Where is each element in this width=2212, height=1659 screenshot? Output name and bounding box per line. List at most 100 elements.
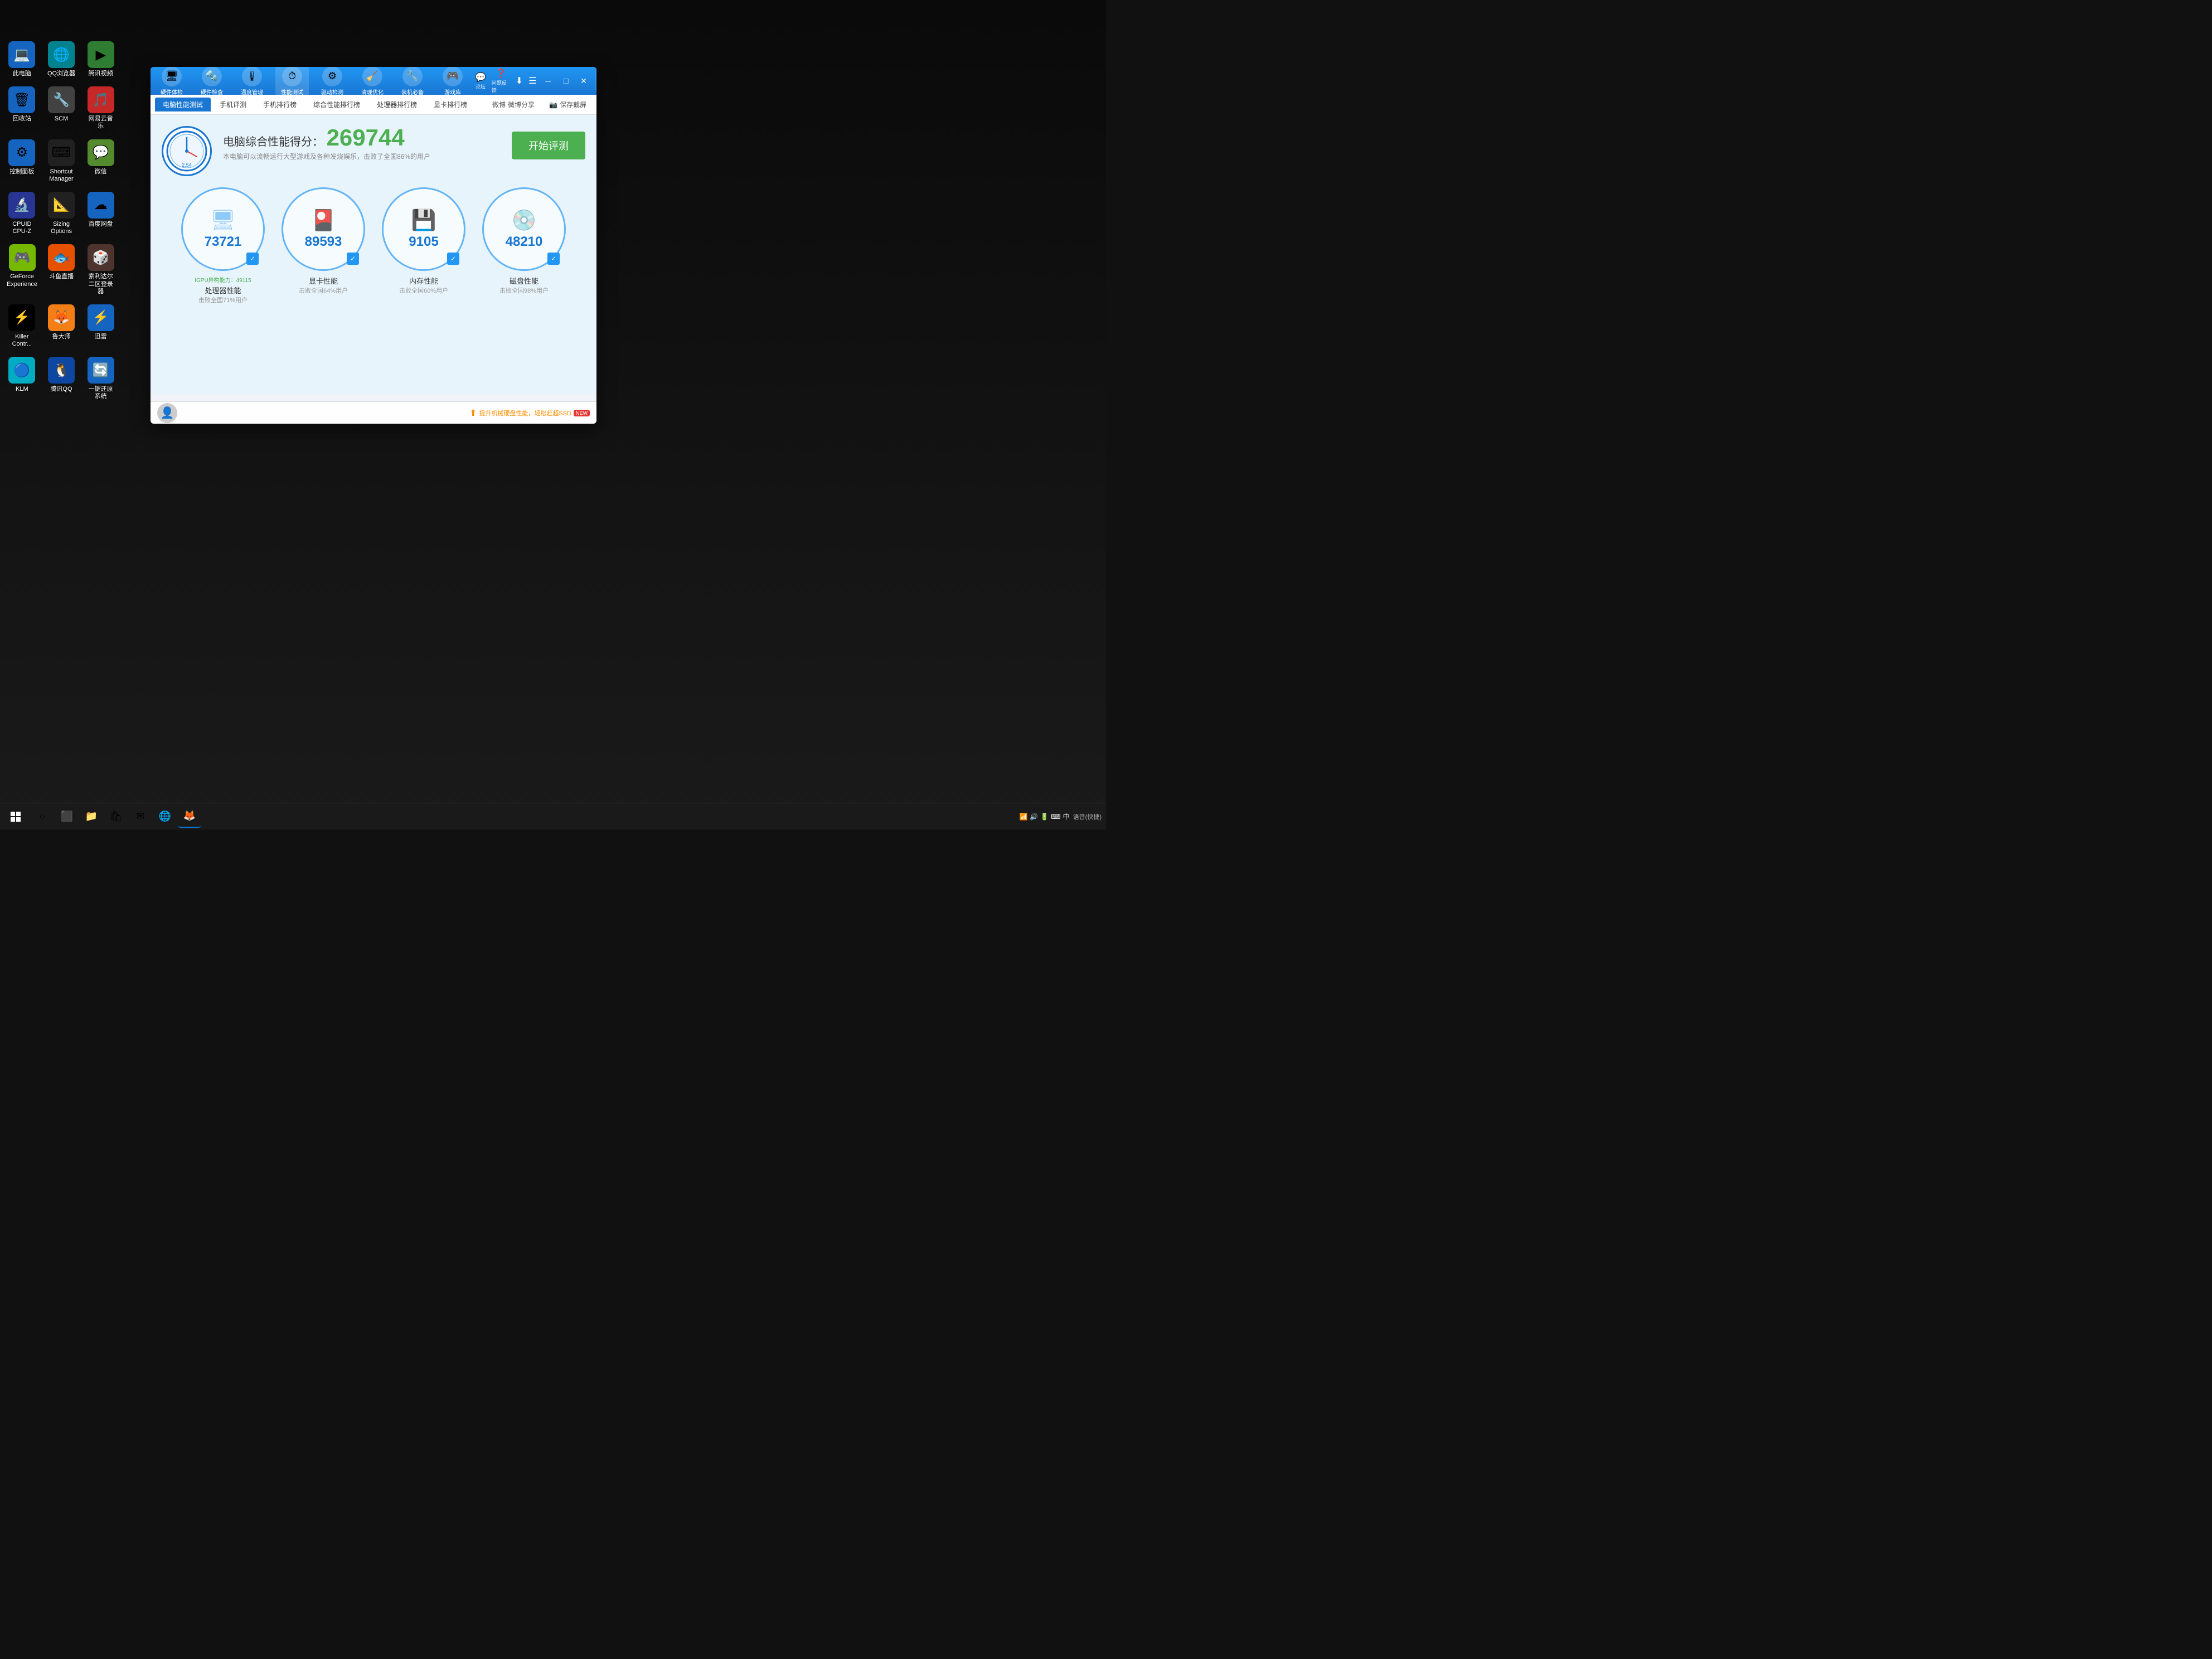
taskbar-ludashi-icon: 🦊 <box>183 810 196 822</box>
desktop-icon-klm[interactable]: 🔵 KLM <box>4 353 40 404</box>
desktop-icon-baidu[interactable]: ☁ 百度网盘 <box>83 188 118 239</box>
close-btn[interactable]: ✕ <box>578 74 590 88</box>
hardware-detect-icon: 🖥 <box>162 67 182 86</box>
upgrade-section[interactable]: ⬆ 提升机械硬盘性能，轻松赶超SSD NEW <box>469 408 590 419</box>
tb-hardware-detect[interactable]: 🖥 硬件体检 <box>155 67 188 96</box>
maximize-btn[interactable]: □ <box>560 74 572 88</box>
score-main: 电脑综合性能得分： 269744 本电脑可以流畅运行大型游戏及各种发烧娱乐，击败… <box>223 126 501 161</box>
minimize-btn[interactable]: ─ <box>542 74 554 88</box>
desktop-icon-restore[interactable]: 🔄 一键还原系统 <box>83 353 118 404</box>
desktop-icon-sizing[interactable]: 📐 Sizing Options <box>44 188 79 239</box>
tab-overall-rank[interactable]: 综合性能排行榜 <box>305 98 368 111</box>
desktop-icon-geforce[interactable]: 🎮 GeForce Experience <box>4 241 40 299</box>
taskbar-ludashi[interactable]: 🦊 <box>178 806 201 828</box>
feedback-btn[interactable]: ❓ 问题反馈 <box>492 68 510 94</box>
bottom-bar: 👤 ⬆ 提升机械硬盘性能，轻松赶超SSD NEW <box>151 401 596 424</box>
weibo-share-label: 微博分享 <box>508 100 535 109</box>
tb-clean[interactable]: 🧹 清理优化 <box>356 67 389 96</box>
tray-icons: 📶 🔊 🔋 ⌨ 中 <box>1019 812 1069 821</box>
taskbar-icons: ○ ⬛ 📁 🛍 ✉ 🌐 🦊 <box>31 806 201 828</box>
tray-ime-icon[interactable]: 中 <box>1063 812 1070 821</box>
taskbar: ○ ⬛ 📁 🛍 ✉ 🌐 🦊 📶 � <box>0 803 1106 830</box>
tab-phone-rank[interactable]: 手机排行榜 <box>255 98 304 111</box>
xunlei-icon: ⚡ <box>88 304 114 331</box>
desktop-icons-area: 💻 此电脑 🌐 QQ浏览器 ▶ 腾讯视频 🗑 回收站 🔧 SCM <box>0 33 123 409</box>
sizing-options-icon: 📐 <box>48 192 75 219</box>
tab-pc-test[interactable]: 电脑性能测试 <box>155 98 211 111</box>
download-btn[interactable]: ⬇ <box>516 75 523 86</box>
desktop-icon-control[interactable]: ⚙ 控制面板 <box>4 136 40 186</box>
gpu-rank: 击败全国64%用户 <box>299 286 348 295</box>
score-title-text: 电脑综合性能得分： 269744 <box>223 126 501 149</box>
tab-gpu-rank[interactable]: 显卡排行榜 <box>426 98 475 111</box>
desktop-icon-killer[interactable]: ⚡ Killer Contr... <box>4 301 40 351</box>
gpu-circle: 🎴 89593 ✓ <box>282 187 365 271</box>
gpu-perf-wrap: 🎴 89593 ✓ 显卡性能 击败全国64%用户 <box>279 187 368 304</box>
tab-cpu-rank[interactable]: 处理器排行榜 <box>369 98 425 111</box>
gpu-label: 显卡性能 <box>309 275 338 286</box>
qq-browser-label: QQ浏览器 <box>47 70 75 77</box>
desktop-icon-solida[interactable]: 🎲 索利达尔二区登录器 <box>84 241 118 299</box>
tb-assemble[interactable]: 🔧 装机必备 <box>396 67 429 96</box>
start-test-btn[interactable]: 开始评测 <box>512 132 585 159</box>
desktop-icon-recycle[interactable]: 🗑 回收站 <box>4 83 40 133</box>
restore-icon: 🔄 <box>88 357 114 384</box>
solida-icon: 🎲 <box>88 244 114 271</box>
taskbar-taskview[interactable]: ⬛ <box>56 806 78 828</box>
save-screenshot-btn[interactable]: 📷 保存截屏 <box>544 99 592 110</box>
tab-phone-eval[interactable]: 手机评测 <box>212 98 254 111</box>
disk-circle: 💿 48210 ✓ <box>482 187 566 271</box>
desktop-icon-tencent-video[interactable]: ▶ 腾讯视频 <box>83 38 118 81</box>
forum-btn[interactable]: 💬 论坛 <box>475 72 486 90</box>
taskbar-qq-browser-icon: 🌐 <box>159 811 171 822</box>
taskbar-mail[interactable]: ✉ <box>129 806 152 828</box>
desktop-icon-shortcut[interactable]: ⌨ Shortcut Manager <box>44 136 79 186</box>
desktop-icon-netease[interactable]: 🎵 网易云音乐 <box>83 83 118 133</box>
tencent-qq-icon: 🐧 <box>48 357 75 384</box>
tray-network-icon[interactable]: 📶 <box>1019 813 1027 821</box>
score-section: 2.54 电脑综合性能得分： 269744 本电脑可以流畅运行大型游戏及各种发烧… <box>162 126 585 176</box>
start-button[interactable] <box>4 806 27 828</box>
icon-row-7: 🔵 KLM 🐧 腾讯QQ 🔄 一键还原系统 <box>4 353 118 404</box>
taskbar-explorer[interactable]: 📁 <box>80 806 103 828</box>
desktop-icon-xunlei[interactable]: ⚡ 迅雷 <box>83 301 118 351</box>
tb-game[interactable]: 🎮 游戏库 <box>436 67 469 96</box>
igpu-badge: IGPU异构能力：49115 <box>195 275 251 284</box>
desktop-icon-qq-browser[interactable]: 🌐 QQ浏览器 <box>44 38 79 81</box>
tb-perf-test[interactable]: ⏱ 性能测试 <box>275 67 309 96</box>
desktop-icon-douyu[interactable]: 🐟 斗鱼直播 <box>44 241 79 299</box>
score-label: 电脑综合性能得分： <box>223 136 323 148</box>
taskbar-store[interactable]: 🛍 <box>105 806 127 828</box>
forum-label: 论坛 <box>476 83 486 90</box>
scm-label: SCM <box>55 115 68 123</box>
desktop-icon-this-pc[interactable]: 💻 此电脑 <box>4 38 40 81</box>
tb-hardware-check[interactable]: 🔩 硬件检查 <box>195 67 229 96</box>
tencent-video-icon: ▶ <box>88 41 114 68</box>
tray-battery-icon[interactable]: 🔋 <box>1040 813 1049 821</box>
taskbar-qq-browser[interactable]: 🌐 <box>154 806 176 828</box>
taskbar-search[interactable]: ○ <box>31 806 54 828</box>
settings-btn[interactable]: ☰ <box>528 75 536 86</box>
cpuid-label: CPUID CPU-Z <box>7 221 37 235</box>
weibo-share-btn[interactable]: 微博 微博分享 <box>487 99 540 110</box>
memory-label: 内存性能 <box>409 275 438 286</box>
desktop-icon-scm[interactable]: 🔧 SCM <box>44 83 79 133</box>
icon-row-3: ⚙ 控制面板 ⌨ Shortcut Manager 💬 微信 <box>4 136 118 186</box>
temp-manage-icon: 🌡 <box>242 67 262 86</box>
solida-label: 索利达尔二区登录器 <box>86 273 116 295</box>
tray-volume-icon[interactable]: 🔊 <box>1030 813 1038 821</box>
memory-perf-wrap: 💾 9105 ✓ 内存性能 击败全国60%用户 <box>379 187 468 304</box>
search-icon: ○ <box>40 811 46 822</box>
baidu-cloud-icon: ☁ <box>88 192 114 219</box>
desktop-icon-wechat[interactable]: 💬 微信 <box>83 136 118 186</box>
restore-label: 一键还原系统 <box>85 386 116 400</box>
desktop-icon-cpuid[interactable]: 🔬 CPUID CPU-Z <box>4 188 40 239</box>
cpuid-icon: 🔬 <box>8 192 35 219</box>
tray-keyboard-icon[interactable]: ⌨ <box>1051 813 1060 821</box>
baidu-cloud-label: 百度网盘 <box>89 221 113 228</box>
desktop-icon-qq[interactable]: 🐧 腾讯QQ <box>44 353 79 404</box>
tb-driver-detect[interactable]: ⚙ 驱动检测 <box>316 67 349 96</box>
desktop-icon-ludashi[interactable]: 🦊 鲁大师 <box>44 301 79 351</box>
score-desc: 本电脑可以流畅运行大型游戏及各种发烧娱乐，击败了全国86%的用户 <box>223 152 501 161</box>
tb-temp-manage[interactable]: 🌡 温度管理 <box>235 67 269 96</box>
